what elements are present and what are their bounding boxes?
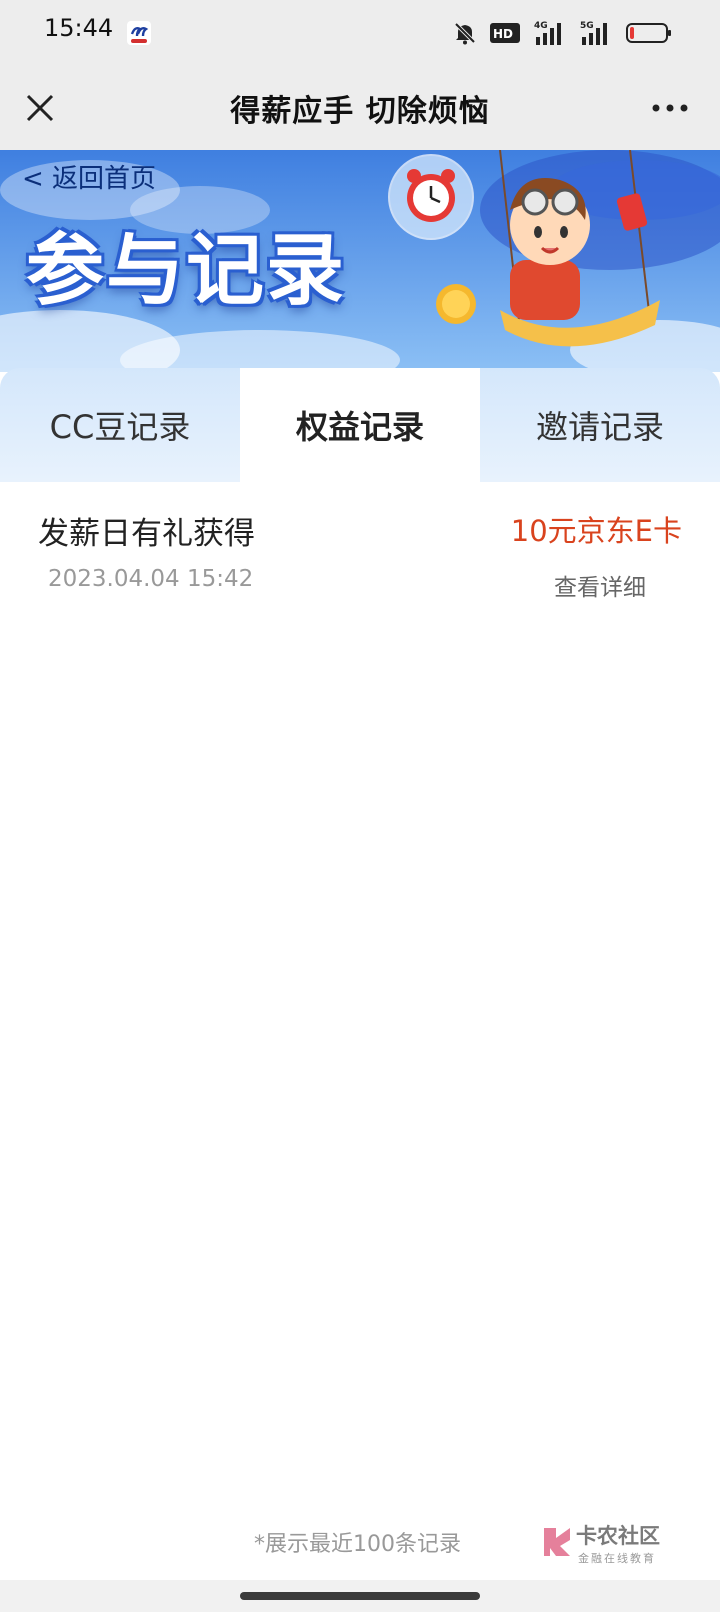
home-indicator[interactable] (240, 1592, 480, 1600)
hd-icon: HD (490, 23, 520, 43)
battery-low-icon (626, 23, 671, 43)
status-bar: 15:44 HD 4G 5G (0, 0, 720, 66)
page-title: 得薪应手 切除烦恼 (230, 94, 490, 129)
app-notification-icon (127, 21, 151, 45)
watermark-logo-icon (544, 1528, 570, 1556)
back-home-link[interactable]: < 返回首页 (22, 158, 156, 195)
status-time: 15:44 (44, 14, 114, 42)
tab-invites[interactable]: 邀请记录 (480, 368, 720, 482)
footer-note: *展示最近100条记录 (254, 1532, 461, 1557)
status-icons: HD 4G 5G (452, 18, 672, 48)
signal-4g-label: 4G (534, 21, 548, 31)
clock-bubble-icon (388, 154, 474, 240)
signal-4g-icon: 4G (534, 21, 561, 45)
coin-icon (436, 284, 476, 324)
signal-5g-label: 5G (580, 21, 594, 31)
banner: < 返回首页 参与记录 (0, 150, 720, 372)
watermark-tagline: 金融在线教育 (578, 1552, 656, 1565)
title-bar: 得薪应手 切除烦恼 (0, 66, 720, 150)
record-tabs: CC豆记录 权益记录 邀请记录 (0, 368, 720, 482)
tab-benefits[interactable]: 权益记录 (240, 368, 480, 482)
hd-label: HD (493, 27, 513, 41)
bell-off-icon (454, 22, 476, 45)
watermark-name: 卡农社区 (576, 1524, 660, 1548)
mascot-illustration (499, 150, 660, 347)
list-item: 发薪日有礼获得 2023.04.04 15:42 10元京东E卡 查看详细 (0, 482, 720, 612)
tab-cc-beans[interactable]: CC豆记录 (0, 368, 240, 482)
record-title: 发薪日有礼获得 (38, 516, 255, 552)
view-detail-link[interactable]: 查看详细 (554, 568, 646, 602)
signal-5g-icon: 5G (580, 21, 607, 45)
banner-title: 参与记录 (26, 226, 347, 316)
record-time: 2023.04.04 15:42 (48, 566, 254, 592)
gesture-bar (0, 1580, 720, 1612)
record-prize: 10元京东E卡 (510, 514, 682, 548)
watermark: 卡农社区 金融在线教育 (540, 1520, 690, 1572)
more-icon[interactable] (646, 92, 694, 124)
